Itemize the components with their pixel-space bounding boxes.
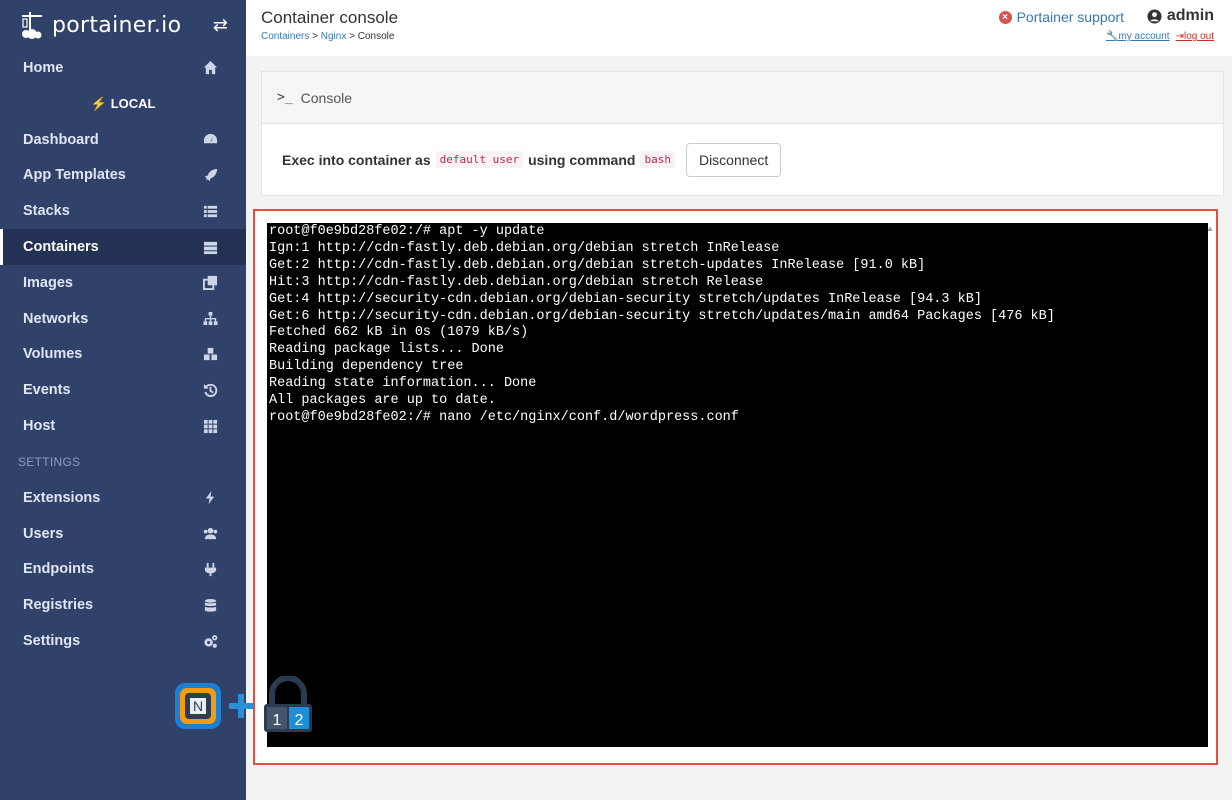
users-icon <box>202 526 218 542</box>
endpoint-nav: Dashboard App Templates Stacks Container… <box>0 122 246 444</box>
sign-out-icon: ⇥ <box>1175 31 1184 42</box>
cogs-icon <box>202 633 218 649</box>
plug-icon: ⚡ <box>90 95 107 111</box>
database-icon <box>202 597 218 613</box>
sidebar-nav: Home <box>0 50 246 86</box>
portainer-logo[interactable]: portainer.io <box>20 10 181 40</box>
console-panel: >_ Console Exec into container as defaul… <box>261 71 1224 196</box>
plus-icon <box>229 694 253 718</box>
terminal-line: Get:4 http://security-cdn.debian.org/deb… <box>269 291 982 307</box>
terminal-line: root@f0e9bd28fe02:/# apt -y update <box>269 224 545 239</box>
terminal-line: Reading package lists... Done <box>269 342 504 358</box>
sidebar-item-users[interactable]: Users <box>0 516 246 552</box>
lock-digit-2: 2 <box>295 712 304 729</box>
terminal-scrollbar[interactable]: ▲ <box>1205 223 1215 747</box>
console-panel-title: Console <box>300 89 353 106</box>
portainer-crane-icon <box>22 12 42 39</box>
terminal-highlight-frame: root@f0e9bd28fe02:/# apt -y update Ign:1 … <box>253 209 1218 765</box>
home-icon <box>202 60 218 76</box>
page-title: Container console <box>261 8 399 27</box>
terminal-line: Ign:1 http://cdn-fastly.deb.debian.org/d… <box>269 240 780 256</box>
app-logo-icon: N <box>175 683 221 729</box>
history-icon <box>202 382 218 398</box>
server-icon <box>202 239 218 255</box>
wrench-icon: 🔧 <box>1105 31 1119 42</box>
terminal-line: Building dependency tree <box>269 359 464 375</box>
terminal-line: root@f0e9bd28fe02:/# nano /etc/nginx/con… <box>269 409 739 425</box>
terminal[interactable]: root@f0e9bd28fe02:/# apt -y update Ign:1 … <box>267 223 1208 747</box>
user-circle-icon <box>1147 8 1162 24</box>
sidebar-item-registries[interactable]: Registries <box>0 587 246 623</box>
cubes-icon <box>202 346 218 362</box>
sidebar-item-app-templates[interactable]: App Templates <box>0 158 246 194</box>
console-panel-body: Exec into container as default user usin… <box>262 124 1223 195</box>
breadcrumb-containers[interactable]: Containers <box>261 31 309 42</box>
exec-user: default user <box>435 151 524 168</box>
my-account-link[interactable]: 🔧my account <box>1106 31 1170 42</box>
username: admin <box>1166 7 1214 24</box>
log-out-link[interactable]: ⇥log out <box>1176 31 1214 42</box>
breadcrumb-separator: > <box>312 31 318 42</box>
scroll-up-icon[interactable]: ▲ <box>1205 223 1215 235</box>
sidebar-item-label: Home <box>23 59 64 76</box>
sitemap-icon <box>202 311 218 327</box>
sidebar-item-extensions[interactable]: Extensions <box>0 480 246 516</box>
sidebar-item-containers[interactable]: Containers <box>0 229 246 265</box>
terminal-line: All packages are up to date. <box>269 393 496 409</box>
brand-name: portainer.io <box>52 12 182 38</box>
sidebar-item-volumes[interactable]: Volumes <box>0 337 246 373</box>
breadcrumb-separator: > <box>349 31 355 42</box>
svg-text:N: N <box>193 698 203 714</box>
account-links: 🔧my account ⇥log out <box>1106 31 1214 42</box>
sidebar-item-host[interactable]: Host <box>0 408 246 444</box>
terminal-line: Fetched 662 kB in 0s (1079 kB/s) <box>269 325 529 341</box>
rocket-icon <box>202 167 218 183</box>
dashboard-icon <box>202 132 218 148</box>
bolt-icon <box>202 490 218 506</box>
breadcrumb-nginx[interactable]: Nginx <box>321 31 347 42</box>
sidebar-item-dashboard[interactable]: Dashboard <box>0 122 246 158</box>
terminal-line: Get:6 http://security-cdn.debian.org/deb… <box>269 308 1055 324</box>
endpoint-name: ⚡ LOCAL <box>90 95 156 112</box>
settings-section-title: SETTINGS <box>18 454 81 469</box>
breadcrumb: Containers > Nginx > Console <box>261 31 394 42</box>
clone-icon <box>202 275 218 291</box>
sidebar-item-networks[interactable]: Networks <box>0 301 246 337</box>
terminal-line: Hit:3 http://cdn-fastly.deb.debian.org/d… <box>269 274 764 290</box>
sidebar-item-images[interactable]: Images <box>0 265 246 301</box>
sidebar-item-settings[interactable]: Settings <box>0 623 246 659</box>
terminal-line: Reading state information... Done <box>269 376 537 392</box>
sidebar-toggle-icon[interactable]: ⇄ <box>213 15 228 36</box>
using-command-label: using command <box>528 151 636 168</box>
console-panel-header: >_ Console <box>262 72 1223 124</box>
lock-digit-1: 1 <box>273 712 282 729</box>
brand: portainer.io ⇄ <box>0 0 246 50</box>
lock-icon: 1 2 <box>264 676 312 732</box>
th-icon <box>202 418 218 434</box>
breadcrumb-console: Console <box>357 31 395 42</box>
page-header: Container console Containers > Nginx > C… <box>246 0 1232 56</box>
disconnect-button[interactable]: Disconnect <box>685 142 782 177</box>
sidebar-item-stacks[interactable]: Stacks <box>0 193 246 229</box>
terminal-icon: >_ <box>277 90 293 105</box>
user-menu: admin <box>1147 7 1214 25</box>
support-icon: × <box>998 10 1012 24</box>
plug-icon <box>202 561 218 577</box>
settings-nav: Extensions Users Endpoints Registries Se… <box>0 480 246 659</box>
sidebar-item-events[interactable]: Events <box>0 372 246 408</box>
sidebar-item-home[interactable]: Home <box>0 50 246 86</box>
sidebar-item-endpoints[interactable]: Endpoints <box>0 552 246 588</box>
exec-command: bash <box>640 151 675 168</box>
watermark-logo: N 1 2 <box>172 676 318 736</box>
portainer-support-link[interactable]: × Portainer support <box>998 9 1124 25</box>
terminal-line: Get:2 http://cdn-fastly.deb.debian.org/d… <box>269 257 926 273</box>
list-icon <box>202 203 218 219</box>
exec-label: Exec into container as <box>282 151 431 168</box>
